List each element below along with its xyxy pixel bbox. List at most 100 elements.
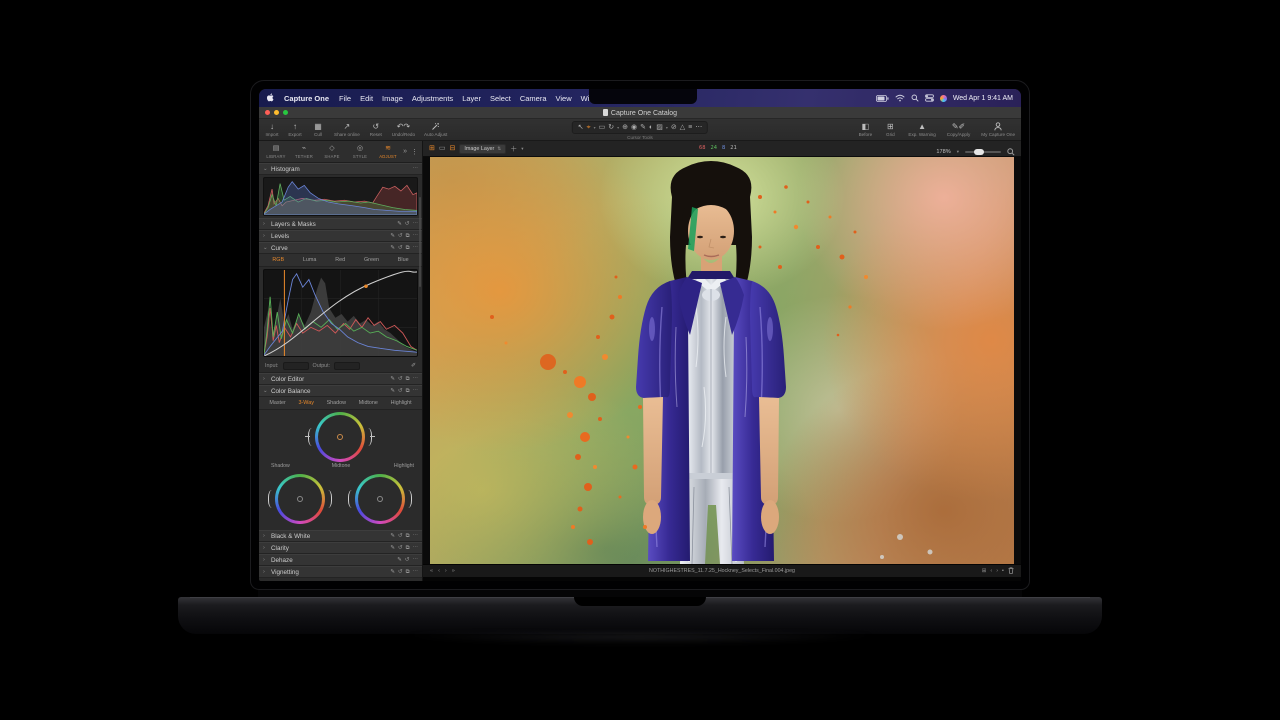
first-image-icon[interactable]: « (430, 568, 433, 574)
panel-brush-icon[interactable]: ✎ (390, 569, 395, 576)
panel-more-icon[interactable]: ⋯ (413, 545, 419, 552)
curve-tab-green[interactable]: Green (364, 257, 379, 263)
panel-reset-icon[interactable]: ↺ (398, 533, 403, 540)
add-layer-button[interactable]: ＋ (510, 144, 517, 154)
cb-tab-shadow[interactable]: Shadow (327, 400, 346, 406)
panel-more-icon[interactable]: ⋯ (413, 245, 419, 252)
more-tabs-chevron-icon[interactable]: » (403, 148, 407, 156)
wheel-center-marker[interactable] (337, 434, 343, 440)
panel-copy-icon[interactable]: ⧉ (406, 233, 410, 240)
curve-panel-header[interactable]: ⌄ Curve ✎ ↺ ⧉ ⋯ (259, 242, 422, 254)
viewer-canvas[interactable] (423, 157, 1021, 564)
color-editor-panel-header[interactable]: › Color Editor ✎ ↺ ⧉ ⋯ (259, 373, 422, 385)
tab-style[interactable]: ◎ STYLE (347, 145, 373, 159)
panel-brush-icon[interactable]: ✎ (390, 245, 395, 252)
my-capture-one-button[interactable]: My Capture One (981, 122, 1015, 137)
select-tool-icon[interactable]: ↖ (578, 123, 584, 132)
apple-menu-icon[interactable] (267, 93, 275, 104)
color-balance-panel-header[interactable]: ⌄ Color Balance ✎ ↺ ⧉ ⋯ (259, 385, 422, 397)
export-button[interactable]: ↑ Export (288, 122, 302, 137)
multi-view-icon[interactable]: ⊞ (429, 143, 435, 154)
menu-view[interactable]: View (556, 94, 572, 103)
undo-redo-button[interactable]: ↶↷ Undo/Redo (392, 122, 415, 137)
panel-brush-icon[interactable]: ✎ (390, 233, 395, 240)
share-online-button[interactable]: ↗ Share online (334, 122, 360, 137)
curve-output-field[interactable] (334, 362, 360, 370)
grid-toggle-button[interactable]: ⊞ Grid (883, 122, 897, 137)
clarity-panel-header[interactable]: › Clarity ✎↺⧉⋯ (259, 542, 422, 554)
cb-tab-3way[interactable]: 3-Way (299, 400, 314, 406)
erase-mask-tool-icon[interactable]: ◐ (649, 123, 653, 132)
compare-next-icon[interactable]: › (996, 568, 998, 574)
menu-layer[interactable]: Layer (462, 94, 481, 103)
layer-selector-dropdown[interactable]: Image Layer ⇅ (459, 144, 506, 154)
panel-reset-icon[interactable]: ↺ (398, 376, 403, 383)
wifi-icon[interactable] (895, 94, 905, 102)
reset-button[interactable]: ↺ Reset (369, 122, 383, 137)
exposure-warning-button[interactable]: ▲ Exp. Warning (908, 122, 935, 137)
panel-reset-icon[interactable]: ↺ (405, 557, 410, 563)
battery-icon[interactable] (876, 95, 889, 102)
before-toggle-button[interactable]: ◧ Before (858, 122, 872, 137)
cb-tab-master[interactable]: Master (269, 400, 285, 406)
panel-copy-icon[interactable]: ⧉ (406, 245, 410, 252)
panel-reset-icon[interactable]: ↺ (398, 569, 403, 576)
trash-icon[interactable] (1008, 567, 1014, 576)
rotate-tool-icon[interactable]: ↻ (608, 123, 614, 132)
shadow-color-wheel[interactable] (275, 474, 325, 524)
panel-copy-icon[interactable]: ⧉ (406, 545, 410, 552)
panel-more-icon[interactable]: ⋯ (413, 221, 419, 227)
zoom-slider-thumb[interactable] (974, 149, 984, 155)
compare-icon[interactable]: ‹ (990, 568, 992, 574)
tab-tether[interactable]: ⌁ TETHER (291, 145, 317, 159)
tab-options-icon[interactable]: ⋮ (411, 148, 418, 156)
pan-tool-icon[interactable]: ⌖ (587, 123, 591, 132)
curve-tab-red[interactable]: Red (335, 257, 345, 263)
panel-copy-icon[interactable]: ⧉ (406, 376, 410, 383)
last-image-icon[interactable]: » (452, 568, 455, 574)
levels-panel-header[interactable]: › Levels ✎ ↺ ⧉ ⋯ (259, 230, 422, 242)
annotate-tool-icon[interactable]: ≡ (688, 123, 692, 132)
draw-mask-tool-icon[interactable]: ✎ (640, 123, 646, 132)
panel-more-icon[interactable]: ⋯ (413, 166, 419, 172)
panel-reset-icon[interactable]: ↺ (405, 221, 410, 227)
sidebar-scrollbar[interactable] (419, 197, 421, 287)
control-center-icon[interactable] (925, 94, 934, 102)
vignetting-panel-header[interactable]: › Vignetting ✎↺⧉⋯ (259, 566, 422, 578)
wheel-center-marker[interactable] (297, 496, 303, 502)
panel-more-icon[interactable]: ⋯ (413, 533, 419, 540)
copy-apply-button[interactable]: ✎✐ Copy/Apply (947, 122, 971, 137)
cull-button[interactable]: ▦ Cull (311, 122, 325, 137)
thumbnail-strip-icon[interactable]: ⊞ (982, 568, 987, 574)
rating-icon[interactable]: ▪ (1002, 568, 1004, 574)
prev-image-icon[interactable]: ‹ (438, 568, 440, 574)
spotlight-search-icon[interactable] (911, 94, 919, 102)
panel-brush-icon[interactable]: ✎ (397, 221, 402, 227)
panel-more-icon[interactable]: ⋯ (413, 569, 419, 576)
panel-brush-icon[interactable]: ✎ (390, 388, 395, 395)
proof-view-icon[interactable]: ⊟ (450, 143, 456, 154)
menu-select[interactable]: Select (490, 94, 511, 103)
more-tools-icon[interactable]: ⋯ (695, 123, 702, 132)
pick-color-tool-icon[interactable]: △ (680, 123, 685, 132)
gradient-mask-tool-icon[interactable]: ▨ (656, 123, 663, 132)
tab-library[interactable]: ▤ LIBRARY (263, 145, 289, 159)
siri-icon[interactable] (940, 95, 947, 102)
panel-copy-icon[interactable]: ⧉ (406, 388, 410, 395)
next-image-icon[interactable]: › (445, 568, 447, 574)
crop-tool-icon[interactable]: ▭ (599, 123, 606, 132)
zoom-caret-icon[interactable]: ▾ (957, 149, 959, 155)
panel-more-icon[interactable]: ⋯ (413, 388, 419, 395)
tab-adjust[interactable]: ≋ ADJUST (375, 145, 401, 159)
panel-brush-icon[interactable]: ✎ (390, 533, 395, 540)
menu-edit[interactable]: Edit (360, 94, 373, 103)
single-view-icon[interactable]: ▭ (439, 143, 446, 154)
zoom-level-dropdown[interactable]: 178% (936, 149, 950, 155)
panel-reset-icon[interactable]: ↺ (398, 233, 403, 240)
curve-tab-luma[interactable]: Luma (303, 257, 317, 263)
add-layer-caret-icon[interactable]: ▾ (521, 146, 523, 152)
panel-reset-icon[interactable]: ↺ (398, 388, 403, 395)
import-button[interactable]: ↓ Import (265, 122, 279, 137)
panel-copy-icon[interactable]: ⧉ (406, 569, 410, 576)
menu-bar-clock[interactable]: Wed Apr 1 9:41 AM (953, 95, 1013, 102)
